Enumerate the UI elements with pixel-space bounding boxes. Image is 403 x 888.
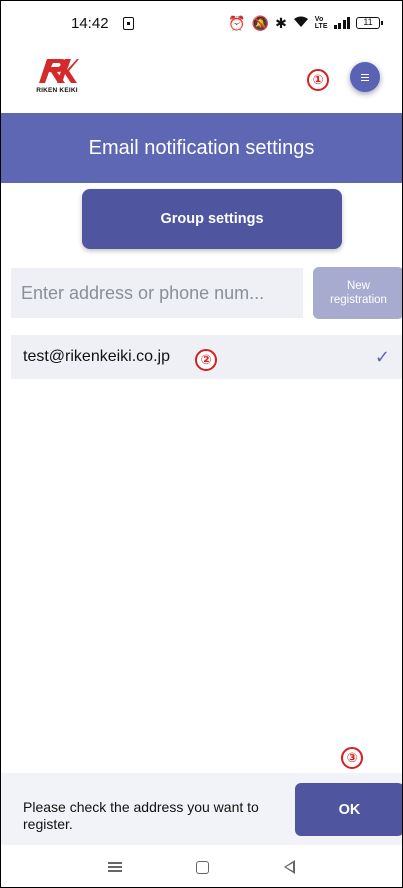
address-text: test@rikenkeiki.co.jp bbox=[23, 348, 170, 365]
menu-button[interactable] bbox=[350, 62, 380, 92]
new-registration-label-line2: registration bbox=[330, 294, 387, 306]
signal-icon bbox=[333, 17, 350, 29]
bluetooth-icon: ✱ bbox=[275, 15, 287, 31]
group-settings-label: Group settings bbox=[160, 211, 264, 227]
status-time: 14:42 bbox=[71, 14, 109, 32]
address-input[interactable] bbox=[11, 268, 303, 318]
app-header: RIKEN KEIKI ① bbox=[1, 45, 402, 113]
page-title-bar: Email notification settings bbox=[1, 113, 402, 183]
alarm-icon: ⏰ bbox=[228, 15, 246, 31]
ok-label: OK bbox=[338, 801, 361, 818]
new-registration-label-line1: New bbox=[346, 280, 370, 292]
annotation-marker-3: ③ bbox=[341, 747, 363, 769]
mute-icon: 🔕 bbox=[251, 15, 270, 31]
phone-screen: 14:42 ⏰ 🔕 ✱ Vo LTE 11 RIKEN KEIKI ① Emai… bbox=[0, 0, 403, 888]
annotation-marker-2: ② bbox=[195, 349, 217, 371]
volte-icon: Vo LTE bbox=[314, 16, 328, 30]
menu-icon bbox=[361, 73, 369, 81]
annotation-marker-1: ① bbox=[307, 69, 329, 91]
recent-apps-icon[interactable] bbox=[108, 862, 123, 872]
logo-text: RIKEN KEIKI bbox=[36, 87, 78, 94]
back-icon[interactable] bbox=[283, 860, 295, 874]
home-icon[interactable] bbox=[196, 860, 210, 874]
wifi-icon bbox=[293, 16, 309, 30]
ok-button[interactable]: OK bbox=[295, 783, 402, 836]
group-settings-button[interactable]: Group settings bbox=[82, 189, 342, 249]
page-title: Email notification settings bbox=[88, 136, 315, 159]
instruction-message: Please check the address you want to reg… bbox=[23, 799, 259, 832]
status-bar: 14:42 ⏰ 🔕 ✱ Vo LTE 11 bbox=[1, 1, 402, 45]
battery-icon: 11 bbox=[356, 17, 383, 29]
riken-keiki-logo: RIKEN KEIKI bbox=[29, 57, 85, 97]
new-registration-button[interactable]: New registration bbox=[313, 267, 402, 319]
checkmark-icon[interactable]: ✓ bbox=[375, 347, 390, 368]
sim-icon bbox=[122, 16, 134, 30]
system-nav-bar bbox=[1, 845, 402, 887]
